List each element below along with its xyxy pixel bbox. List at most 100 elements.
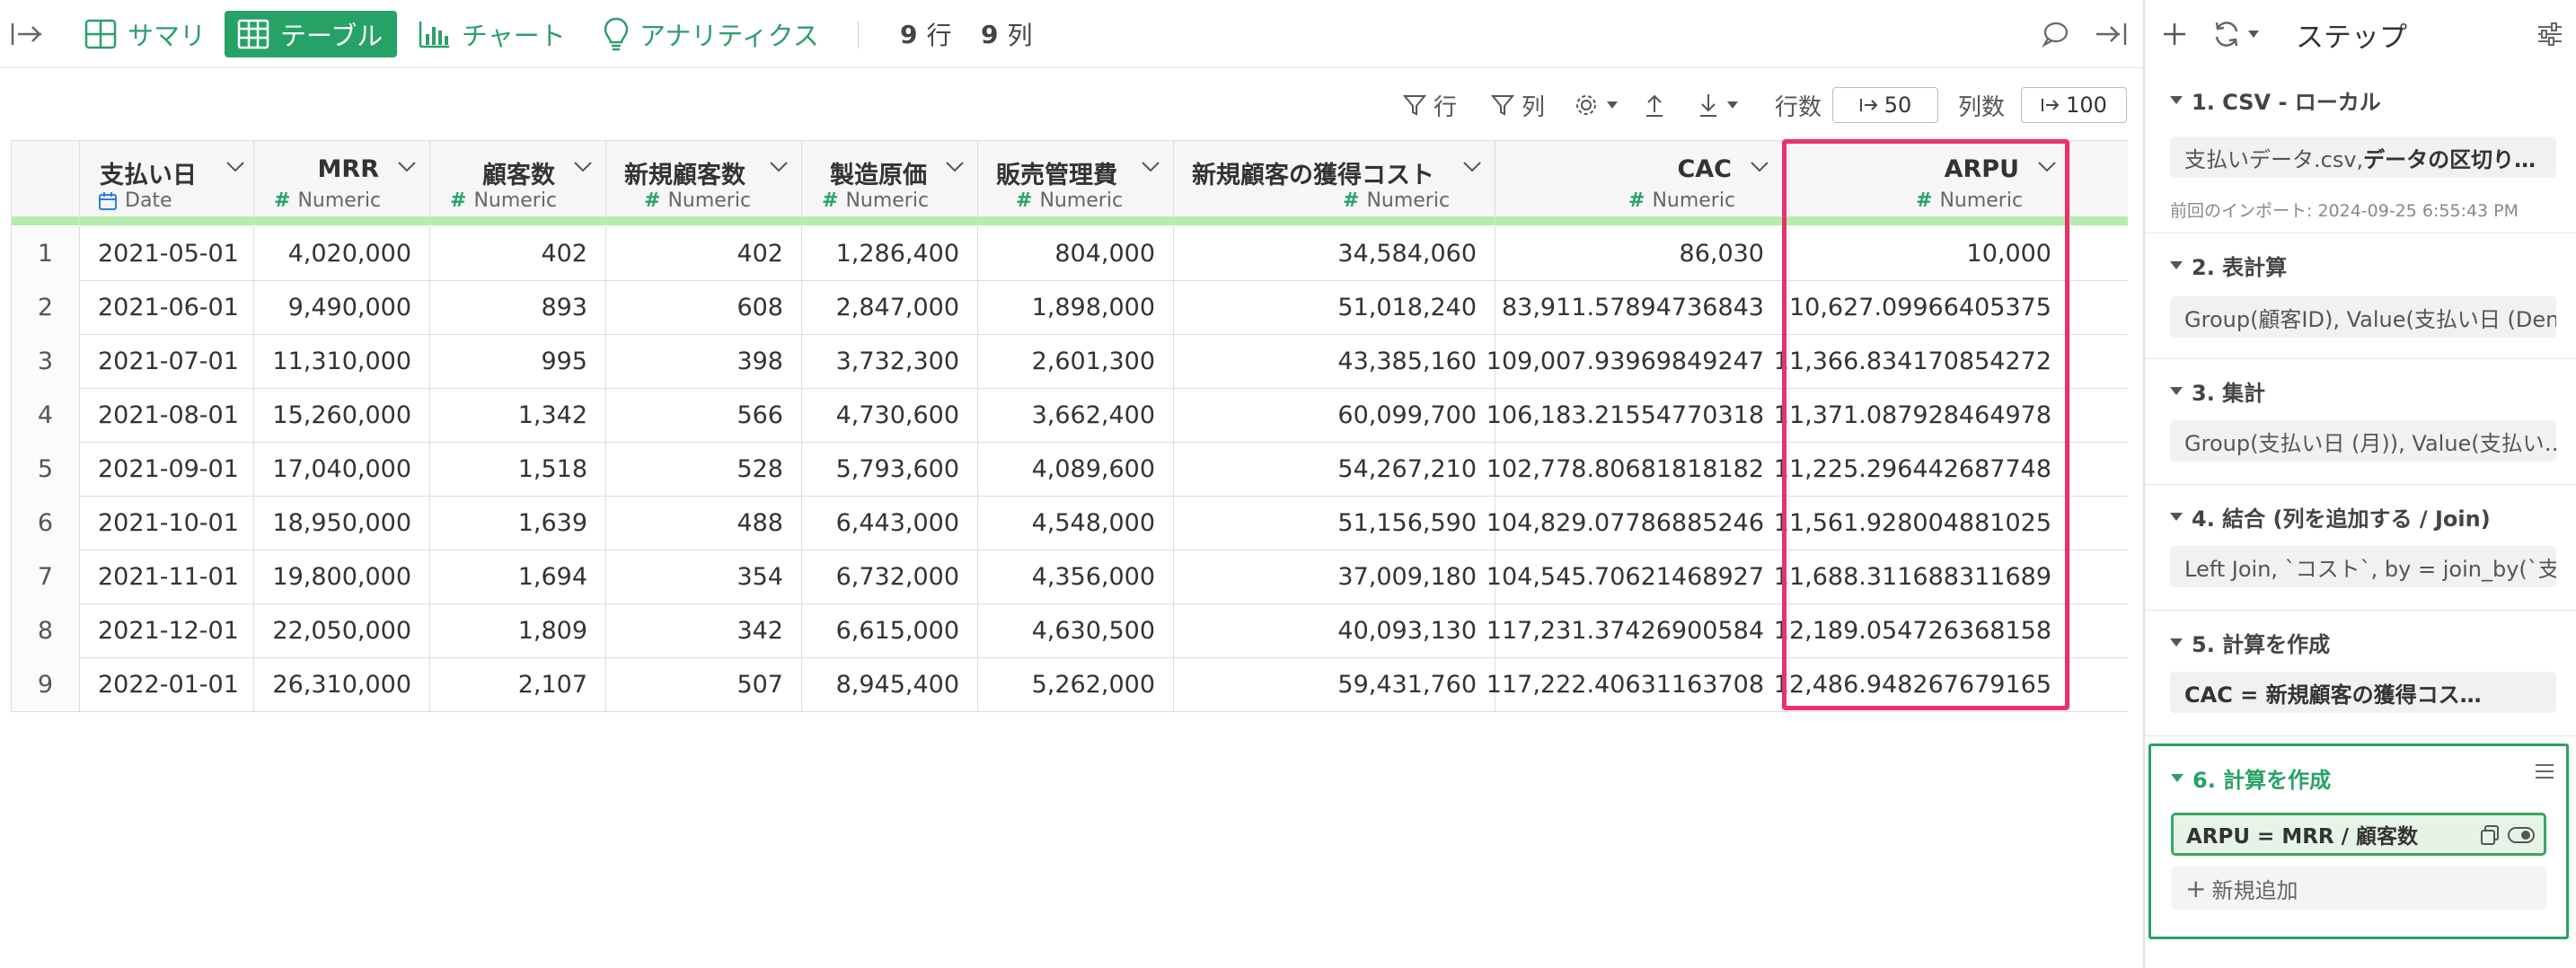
table-cell[interactable]: 1,694 (430, 550, 606, 603)
step-summary[interactable]: 支払いデータ.csv, データの区切り… (2170, 136, 2556, 178)
table-cell[interactable]: 11,310,000 (254, 334, 430, 388)
table-cell[interactable]: 34,584,060 (1174, 226, 1495, 280)
refresh-button[interactable] (2211, 0, 2260, 68)
table-cell[interactable]: 1,342 (430, 388, 606, 442)
table-cell[interactable]: 6,732,000 (802, 550, 978, 603)
table-cell[interactable]: 488 (606, 496, 802, 550)
table-cell[interactable]: 10,627.09966405375 (1783, 280, 2070, 334)
table-cell[interactable]: 11,371.087928464978 (1774, 388, 2070, 442)
table-cell[interactable]: 6,443,000 (802, 496, 978, 550)
chevron-down-icon[interactable] (769, 161, 789, 173)
column-header-acquisition-cost[interactable]: 新規顧客の獲得コスト # Numeric (1174, 141, 1495, 225)
table-cell[interactable]: 4,089,600 (978, 442, 1174, 496)
table-cell[interactable]: 60,099,700 (1174, 388, 1495, 442)
upload-button[interactable] (1644, 70, 1665, 140)
formula-item[interactable]: ARPU = MRR / 顧客数 (2171, 813, 2546, 856)
table-cell[interactable]: 2021-11-01 (80, 550, 254, 603)
table-cell[interactable]: 2021-12-01 (80, 603, 254, 657)
table-cell[interactable]: 12,486.948267679165 (1774, 657, 2070, 711)
copy-icon[interactable] (2479, 824, 2501, 846)
table-cell[interactable]: 2021-06-01 (80, 280, 254, 334)
table-cell[interactable]: 8,945,400 (802, 657, 978, 711)
table-cell[interactable]: 40,093,130 (1174, 603, 1495, 657)
step-summary[interactable]: Group(支払い日 (月)), Value(支払い… (2170, 420, 2556, 462)
chevron-down-icon[interactable] (225, 161, 245, 173)
column-header-cogs[interactable]: 製造原価 # Numeric (802, 141, 978, 225)
table-cell[interactable]: 83,911.57894736843 (1495, 280, 1783, 334)
column-header-customers[interactable]: 顧客数 # Numeric (430, 141, 606, 225)
column-header-cac[interactable]: CAC # Numeric (1495, 141, 1783, 225)
table-cell[interactable]: 2,847,000 (802, 280, 978, 334)
step-5[interactable]: 5. 計算を作成 CAC = 新規顧客の獲得コス… (2145, 611, 2576, 736)
table-cell[interactable]: 1,898,000 (978, 280, 1174, 334)
table-cell[interactable]: 2021-08-01 (80, 388, 254, 442)
chevron-down-icon[interactable] (397, 161, 417, 173)
table-cell[interactable]: 5,262,000 (978, 657, 1174, 711)
table-cell[interactable]: 2021-05-01 (80, 226, 254, 280)
table-cell[interactable]: 354 (606, 550, 802, 603)
table-cell[interactable]: 102,778.80681818182 (1486, 442, 1783, 496)
step-3[interactable]: 3. 集計 Group(支払い日 (月)), Value(支払い… (2145, 359, 2576, 485)
chevron-down-icon[interactable] (1750, 161, 1769, 173)
table-cell[interactable]: 995 (430, 334, 606, 388)
table-cell[interactable]: 37,009,180 (1174, 550, 1495, 603)
sliders-icon[interactable] (2536, 0, 2563, 68)
chevron-down-icon[interactable] (573, 161, 593, 173)
table-cell[interactable]: 804,000 (978, 226, 1174, 280)
table-cell[interactable]: 15,260,000 (254, 388, 430, 442)
table-cell[interactable]: 528 (606, 442, 802, 496)
table-cell[interactable]: 11,688.311688311689 (1774, 550, 2070, 603)
chevron-down-icon[interactable] (2037, 161, 2057, 173)
table-cell[interactable]: 2,601,300 (978, 334, 1174, 388)
table-cell[interactable]: 402 (430, 226, 606, 280)
table-cell[interactable]: 18,950,000 (254, 496, 430, 550)
comment-icon[interactable] (2041, 0, 2069, 68)
download-button[interactable] (1698, 70, 1739, 140)
table-cell[interactable]: 4,020,000 (254, 226, 430, 280)
table-cell[interactable]: 6,615,000 (802, 603, 978, 657)
table-cell[interactable]: 608 (606, 280, 802, 334)
tab-analytics[interactable]: アナリティクス (591, 11, 832, 57)
table-cell[interactable]: 2021-07-01 (80, 334, 254, 388)
table-cell[interactable]: 11,561.928004881025 (1774, 496, 2070, 550)
step-summary[interactable]: Left Join, `コスト`, by = join_by(`支… (2170, 546, 2556, 587)
table-cell[interactable]: 4,630,500 (978, 603, 1174, 657)
step-1[interactable]: 1. CSV - ローカル 支払いデータ.csv, データの区切り… 前回のイン… (2145, 68, 2576, 233)
table-cell[interactable]: 1,639 (430, 496, 606, 550)
table-cell[interactable]: 51,156,590 (1174, 496, 1495, 550)
table-cell[interactable]: 1,809 (430, 603, 606, 657)
step-summary[interactable]: CAC = 新規顧客の獲得コス… (2170, 672, 2556, 713)
table-cell[interactable]: 1,286,400 (802, 226, 978, 280)
settings-button[interactable] (1574, 70, 1619, 140)
column-header-arpu[interactable]: ARPU # Numeric (1783, 141, 2070, 225)
table-cell[interactable]: 26,310,000 (254, 657, 430, 711)
col-filter-button[interactable]: 列 (1491, 70, 1545, 140)
chevron-down-icon[interactable] (1462, 161, 1482, 173)
table-cell[interactable]: 86,030 (1495, 226, 1783, 280)
table-cell[interactable]: 2022-01-01 (80, 657, 254, 711)
table-cell[interactable]: 1,518 (430, 442, 606, 496)
visibility-toggle-icon[interactable] (2508, 826, 2535, 844)
table-cell[interactable]: 104,545.70621468927 (1486, 550, 1783, 603)
add-new-button[interactable]: + 新規追加 (2171, 867, 2546, 910)
cols-per-page-input[interactable]: 100 (2021, 87, 2127, 123)
chevron-down-icon[interactable] (945, 161, 965, 173)
table-cell[interactable]: 398 (606, 334, 802, 388)
collapse-right-icon[interactable] (2093, 0, 2129, 68)
table-cell[interactable]: 893 (430, 280, 606, 334)
table-cell[interactable]: 106,183.21554770318 (1486, 388, 1783, 442)
table-cell[interactable]: 104,829.07786885246 (1486, 496, 1783, 550)
table-cell[interactable]: 109,007.93969849247 (1486, 334, 1783, 388)
table-cell[interactable]: 2021-09-01 (80, 442, 254, 496)
table-cell[interactable]: 11,225.296442687748 (1774, 442, 2070, 496)
table-cell[interactable]: 10,000 (1783, 226, 2070, 280)
table-cell[interactable]: 3,732,300 (802, 334, 978, 388)
table-cell[interactable]: 9,490,000 (254, 280, 430, 334)
table-cell[interactable]: 17,040,000 (254, 442, 430, 496)
step-4[interactable]: 4. 結合 (列を追加する / Join) Left Join, `コスト`, … (2145, 485, 2576, 611)
step-summary[interactable]: Group(顧客ID), Value(支払い日 (Den… (2170, 296, 2556, 338)
table-cell[interactable]: 566 (606, 388, 802, 442)
column-header-payment-date[interactable]: 支払い日 Date (80, 141, 254, 225)
rows-per-page-input[interactable]: 50 (1832, 87, 1938, 123)
table-cell[interactable]: 507 (606, 657, 802, 711)
